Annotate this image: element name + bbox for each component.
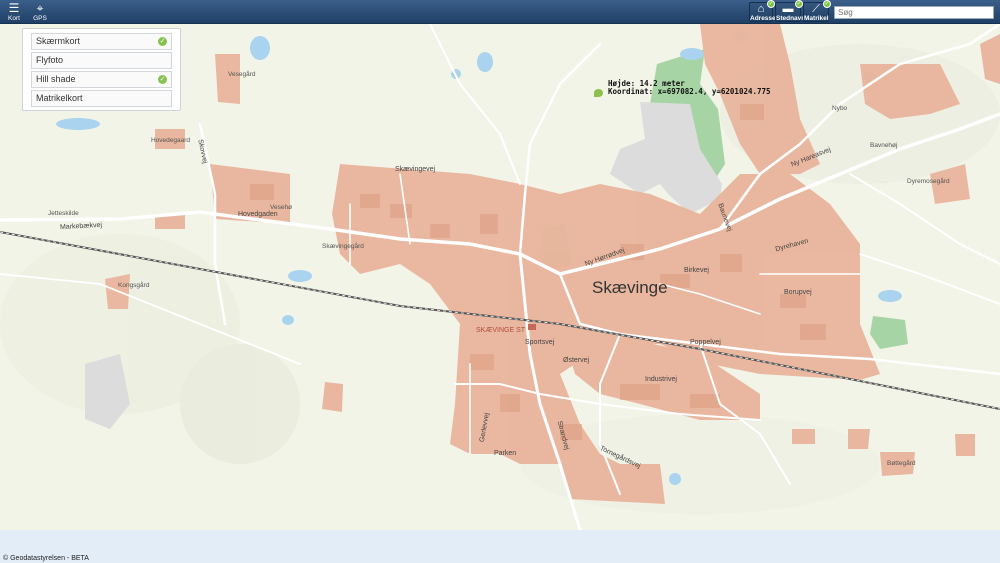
copyright-text: © Geodatastyrelsen - BETA: [3, 555, 89, 562]
layer-label: Skærmkort: [36, 36, 81, 46]
kort-label: Kort: [8, 15, 20, 22]
place-label-vesegaard: Vesegård: [228, 71, 256, 78]
street-label-skaevingevej: Skævingevej: [395, 166, 436, 173]
stednavn-label: Stednavn: [776, 15, 806, 22]
layer-panel: Skærmkort ✓ Flyfoto Hill shade ✓ Matrike…: [22, 28, 181, 111]
street-label-hovedgaden: Hovedgaden: [238, 211, 278, 218]
location-pin-icon: [594, 89, 603, 97]
matrikel-button[interactable]: ⟋ Matrikel ✓: [803, 0, 831, 22]
checkmark-icon: ✓: [767, 0, 775, 8]
checkmark-icon: ✓: [158, 37, 167, 46]
layer-skaermkort[interactable]: Skærmkort ✓: [31, 33, 172, 50]
place-label-bottegaard: Bøttegård: [887, 460, 916, 467]
street-label-industrivej: Industrivej: [645, 376, 677, 383]
layer-matrikelkort[interactable]: Matrikelkort: [31, 90, 172, 107]
place-label-kongsgaard: Kongsgård: [118, 282, 150, 289]
place-label-hovedgaard: Hovedegaard: [151, 137, 191, 144]
place-label-dyremosegaard: Dyremosegård: [907, 178, 950, 185]
top-toolbar: ☰ Kort ⌖ GPS ⌂ Adresse ✓ ▬ Stednavn ✓ ⟋ …: [0, 0, 1000, 24]
coordinate-text: Koordinat: x=697082.4, y=6201024.775: [608, 87, 771, 96]
street-label-birkevej: Birkevej: [684, 267, 709, 274]
gps-button[interactable]: ⌖ GPS: [29, 1, 51, 23]
station-marker: [528, 324, 536, 330]
place-label-nybo: Nybo: [832, 105, 848, 112]
place-label-skaevingegaard: Skævingegård: [322, 243, 364, 250]
search-input[interactable]: [834, 6, 994, 19]
checkmark-icon: ✓: [795, 0, 803, 8]
layer-label: Matrikelkort: [36, 93, 83, 103]
checkmark-icon: ✓: [823, 0, 831, 8]
footer: © Geodatastyrelsen - BETA: [0, 530, 1000, 563]
town-label: Skævinge: [592, 278, 668, 297]
adresse-label: Adresse: [750, 15, 776, 22]
street-label-parken: Parken: [494, 450, 517, 457]
layer-hill-shade[interactable]: Hill shade ✓: [31, 71, 172, 88]
stednavn-button[interactable]: ▬ Stednavn ✓: [775, 0, 806, 22]
street-label-borupvej: Borupvej: [784, 289, 812, 296]
matrikel-label: Matrikel: [804, 15, 829, 22]
kort-menu-button[interactable]: ☰ Kort: [3, 1, 25, 23]
place-label-bavnehoj: Bavnehøj: [870, 142, 898, 149]
place-label-jetteshvej: Jetteskilde: [48, 210, 79, 217]
layer-flyfoto[interactable]: Flyfoto: [31, 52, 172, 69]
gps-label: GPS: [33, 15, 47, 22]
gps-icon: ⌖: [36, 1, 44, 15]
checkmark-icon: ✓: [158, 75, 167, 84]
layer-label: Hill shade: [36, 74, 76, 84]
place-label-veseho: Vesehø: [270, 204, 293, 211]
street-label-sportsvej: Sportsvej: [525, 339, 555, 346]
layer-label: Flyfoto: [36, 55, 64, 65]
adresse-button[interactable]: ⌂ Adresse ✓: [749, 0, 776, 22]
station-label: SKÆVINGE ST: [476, 327, 526, 334]
street-label-oestervej: Østervej: [563, 357, 590, 364]
street-label-poppelvej: Poppelvej: [690, 339, 721, 346]
coordinate-readout: Højde: 14.2 meter Koordinat: x=697082.4,…: [608, 80, 771, 96]
list-icon: ☰: [8, 1, 20, 15]
